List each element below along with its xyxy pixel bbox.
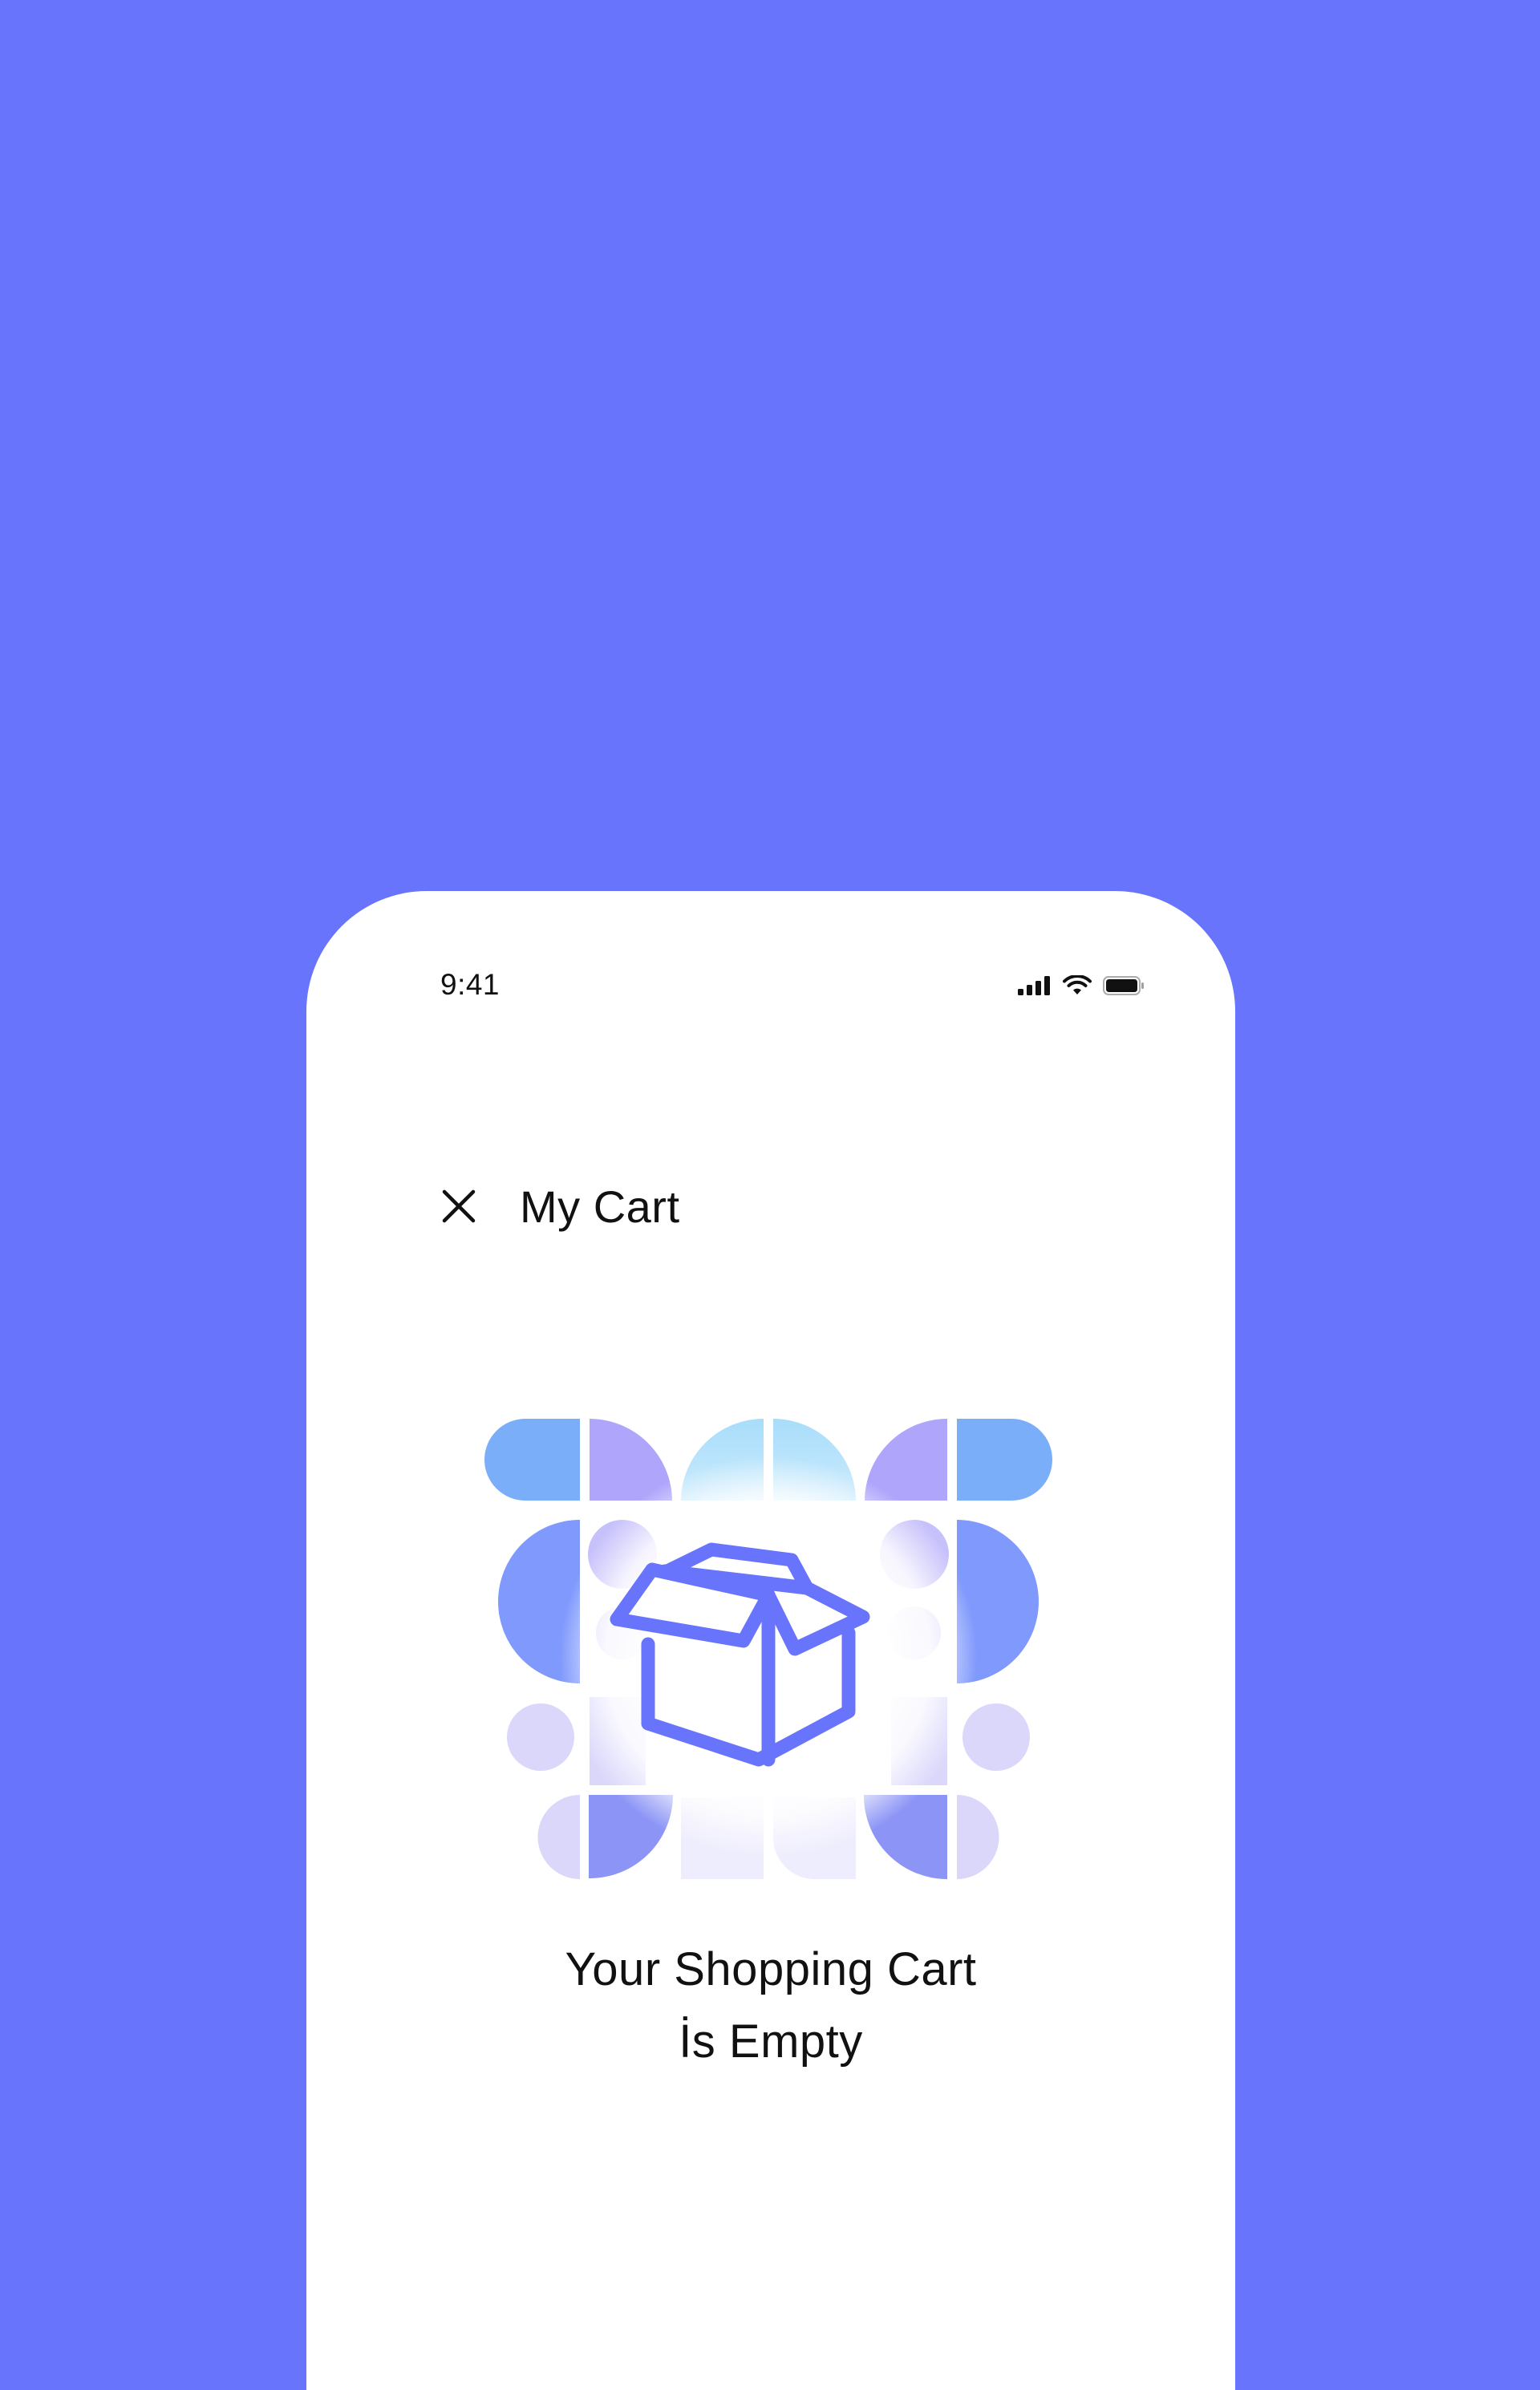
close-icon [442, 1189, 476, 1223]
signal-icon [1018, 976, 1050, 995]
close-button[interactable] [435, 1182, 483, 1230]
status-time: 9:41 [440, 968, 500, 1001]
phone-screen: 9:41 My Cart Your Shopping Cart İs Empty [306, 891, 1235, 2390]
empty-message-line2: İs Empty [679, 2015, 863, 2068]
cart-header: My Cart [435, 1181, 680, 1232]
page-title: My Cart [520, 1181, 680, 1232]
status-icons [1018, 974, 1145, 998]
wifi-icon [1063, 975, 1092, 994]
empty-message-line1: Your Shopping Cart [565, 1943, 977, 1995]
empty-cart-message: Your Shopping Cart İs Empty [306, 1934, 1235, 2078]
battery-icon [1103, 976, 1144, 995]
empty-cart-illustration [476, 1408, 1069, 1890]
